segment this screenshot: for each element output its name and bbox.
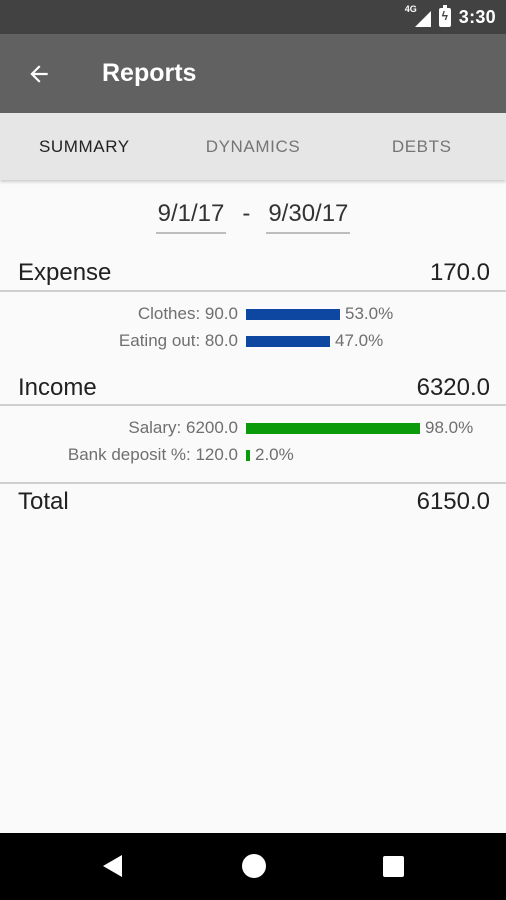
item-label: Salary: 6200.0 [128, 418, 238, 437]
signal-icon: 4G [405, 4, 431, 28]
item-percent: 98.0% [425, 418, 474, 437]
page-title: Reports [102, 59, 197, 87]
date-range: 9/1/17 - 9/30/17 [0, 200, 506, 234]
income-bar [246, 422, 420, 434]
income-item-bank-deposit: Bank deposit %: 120.0 2.0% [0, 443, 506, 467]
date-separator: - [242, 200, 251, 227]
status-bar: 4G ϟ 3:30 [0, 0, 506, 34]
item-percent: 2.0% [255, 445, 294, 464]
app-bar: Reports [0, 34, 506, 113]
total-label: Total [18, 488, 69, 515]
item-percent: 53.0% [345, 304, 394, 323]
income-label: Income [18, 374, 97, 401]
tab-summary[interactable]: SUMMARY [0, 113, 169, 180]
expense-item-eating-out: Eating out: 80.0 47.0% [0, 329, 506, 353]
start-date-field[interactable]: 9/1/17 [155, 200, 227, 234]
income-row: Income 6320.0 [18, 374, 490, 402]
item-label: Bank deposit %: 120.0 [67, 445, 238, 464]
arrow-left-icon[interactable] [0, 34, 80, 113]
triangle-back-icon[interactable] [103, 855, 122, 877]
circle-home-icon[interactable] [242, 854, 266, 878]
divider [0, 482, 506, 484]
navigation-bar [0, 833, 506, 900]
item-percent: 47.0% [335, 331, 384, 350]
divider [0, 404, 506, 406]
battery-charging-icon: ϟ [438, 4, 451, 27]
expense-bar [246, 308, 340, 320]
tab-debts[interactable]: DEBTS [337, 113, 506, 180]
status-time: 3:30 [458, 6, 496, 27]
expense-bar [246, 335, 330, 347]
income-item-salary: Salary: 6200.0 98.0% [0, 416, 506, 440]
expense-row: Expense 170.0 [18, 259, 490, 287]
square-recents-icon[interactable] [383, 856, 404, 877]
income-total: 6320.0 [416, 374, 490, 401]
expense-item-clothes: Clothes: 90.0 53.0% [0, 302, 506, 326]
divider [0, 290, 506, 292]
income-bar [246, 449, 250, 461]
item-label: Eating out: 80.0 [118, 331, 238, 350]
tab-bar: SUMMARY DYNAMICS DEBTS [0, 113, 506, 180]
expense-label: Expense [18, 259, 112, 286]
tab-dynamics[interactable]: DYNAMICS [169, 113, 338, 180]
total-value: 6150.0 [416, 488, 490, 515]
total-row: Total 6150.0 [18, 488, 490, 516]
item-label: Clothes: 90.0 [137, 304, 238, 323]
end-date-field[interactable]: 9/30/17 [266, 200, 351, 234]
expense-total: 170.0 [429, 259, 490, 286]
